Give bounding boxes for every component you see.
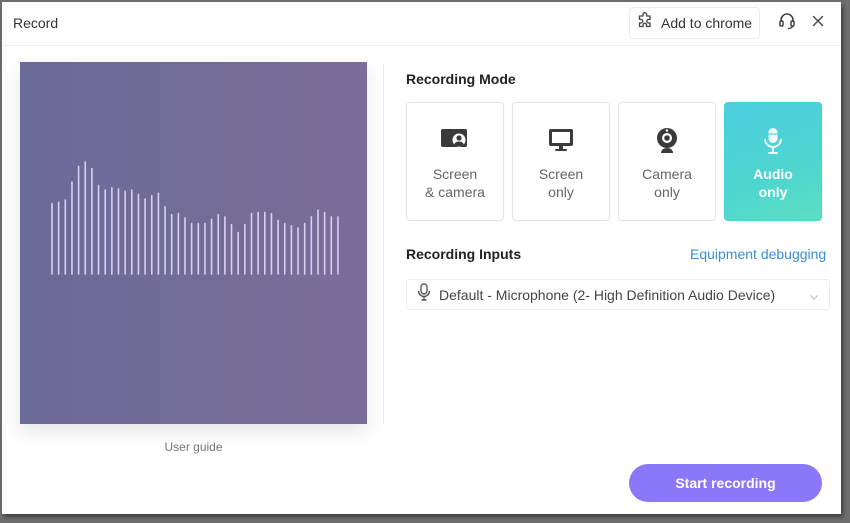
mode-audio-only[interactable]: Audio only: [724, 102, 822, 221]
mode-camera-only[interactable]: Camera only: [618, 102, 716, 221]
microphone-select[interactable]: Default - Microphone (2- High Definition…: [406, 279, 830, 310]
record-window: Record Add to chrome User guide Recordin…: [2, 2, 841, 514]
webcam-icon: [654, 127, 680, 155]
mode-label-line1: Screen: [538, 166, 584, 182]
monitor-icon: [548, 127, 574, 155]
puzzle-piece-icon: [636, 11, 656, 36]
mode-label-line2: only: [654, 184, 680, 200]
recording-mode-title: Recording Mode: [406, 71, 516, 87]
mode-label-line2: & camera: [425, 184, 485, 200]
microphone-icon: [762, 127, 784, 155]
support-button[interactable]: [776, 12, 798, 34]
user-guide-link[interactable]: User guide: [20, 440, 367, 454]
add-to-chrome-label: Add to chrome: [661, 15, 753, 31]
window-title: Record: [13, 15, 59, 31]
mode-screen-only[interactable]: Screen only: [512, 102, 610, 221]
mode-label-line1: Camera: [642, 166, 692, 182]
mode-label-line1: Screen: [432, 166, 478, 182]
waveform: [51, 161, 339, 275]
equipment-debugging-link[interactable]: Equipment debugging: [690, 246, 826, 262]
screen-camera-icon: [440, 127, 470, 155]
add-to-chrome-button[interactable]: Add to chrome: [629, 7, 760, 39]
close-button[interactable]: [807, 12, 829, 34]
panel-divider: [383, 64, 384, 424]
microphone-select-value: Default - Microphone (2- High Definition…: [439, 286, 776, 303]
chevron-down-icon: [809, 289, 819, 307]
audio-preview-panel: [20, 62, 367, 424]
title-bar: Record Add to chrome: [2, 2, 841, 46]
headset-icon: [777, 11, 797, 36]
mode-label-line2: only: [548, 184, 574, 200]
start-recording-button[interactable]: Start recording: [629, 464, 822, 502]
mode-screen-camera[interactable]: Screen & camera: [406, 102, 504, 221]
mode-label-line1: Audio: [753, 166, 793, 182]
mode-label-line2: only: [758, 184, 788, 200]
recording-inputs-title: Recording Inputs: [406, 246, 522, 262]
close-icon: [811, 14, 825, 33]
microphone-icon: [417, 283, 431, 306]
